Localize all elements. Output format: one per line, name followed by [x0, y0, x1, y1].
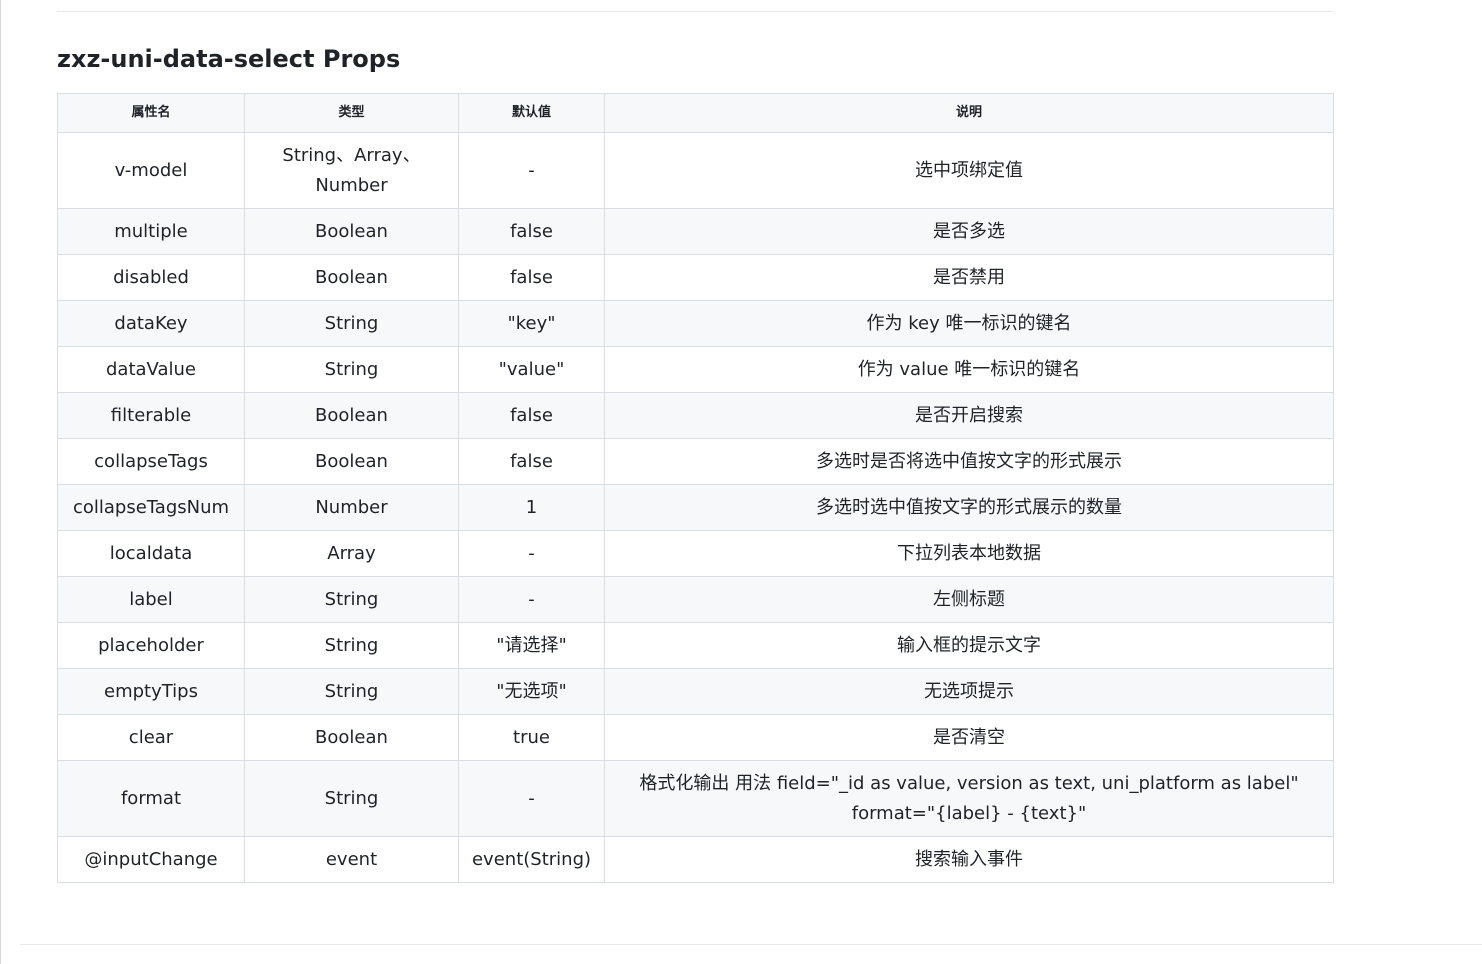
- prop-type: Boolean: [244, 392, 459, 439]
- prop-type: String: [244, 760, 459, 837]
- header-description: 说明: [604, 93, 1334, 133]
- table-row: v-model String、Array、Number - 选中项绑定值: [57, 132, 1334, 209]
- table-row: @inputChange event event(String) 搜索输入事件: [57, 836, 1334, 883]
- prop-name: format: [57, 760, 245, 837]
- prop-default: "value": [458, 346, 605, 393]
- table-header-row: 属性名 类型 默认值 说明: [57, 93, 1334, 133]
- table-row: disabled Boolean false 是否禁用: [57, 254, 1334, 301]
- prop-type: Boolean: [244, 208, 459, 255]
- table-row: emptyTips String "无选项" 无选项提示: [57, 668, 1334, 715]
- props-table: 属性名 类型 默认值 说明 v-model String、Array、Numbe…: [57, 93, 1334, 883]
- prop-name: emptyTips: [57, 668, 245, 715]
- top-divider: [57, 11, 1333, 12]
- prop-description: 是否清空: [604, 714, 1334, 761]
- prop-name: dataKey: [57, 300, 245, 347]
- prop-name: disabled: [57, 254, 245, 301]
- table-row: multiple Boolean false 是否多选: [57, 208, 1334, 255]
- prop-type: event: [244, 836, 459, 883]
- prop-type: String: [244, 300, 459, 347]
- prop-name: filterable: [57, 392, 245, 439]
- page-left-border: [0, 0, 1, 964]
- prop-name: dataValue: [57, 346, 245, 393]
- prop-name: localdata: [57, 530, 245, 577]
- bottom-divider: [20, 944, 1482, 945]
- table-row: filterable Boolean false 是否开启搜索: [57, 392, 1334, 439]
- prop-name: clear: [57, 714, 245, 761]
- table-row: dataValue String "value" 作为 value 唯一标识的键…: [57, 346, 1334, 393]
- prop-default: false: [458, 392, 605, 439]
- prop-type: String: [244, 346, 459, 393]
- prop-default: false: [458, 438, 605, 485]
- prop-name: placeholder: [57, 622, 245, 669]
- prop-default: -: [458, 530, 605, 577]
- prop-description: 选中项绑定值: [604, 132, 1334, 209]
- prop-description: 格式化输出 用法 field="_id as value, version as…: [604, 760, 1334, 837]
- prop-default: "key": [458, 300, 605, 347]
- prop-type: String: [244, 622, 459, 669]
- prop-description: 左侧标题: [604, 576, 1334, 623]
- prop-name: collapseTags: [57, 438, 245, 485]
- prop-description: 作为 value 唯一标识的键名: [604, 346, 1334, 393]
- table-row: collapseTagsNum Number 1 多选时选中值按文字的形式展示的…: [57, 484, 1334, 531]
- prop-default: false: [458, 208, 605, 255]
- prop-description: 多选时选中值按文字的形式展示的数量: [604, 484, 1334, 531]
- header-type: 类型: [244, 93, 459, 133]
- prop-name: multiple: [57, 208, 245, 255]
- table-row: placeholder String "请选择" 输入框的提示文字: [57, 622, 1334, 669]
- prop-description: 无选项提示: [604, 668, 1334, 715]
- table-row: collapseTags Boolean false 多选时是否将选中值按文字的…: [57, 438, 1334, 485]
- prop-type: Number: [244, 484, 459, 531]
- prop-type: String: [244, 576, 459, 623]
- prop-type: Boolean: [244, 714, 459, 761]
- table-row: format String - 格式化输出 用法 field="_id as v…: [57, 760, 1334, 837]
- prop-description: 作为 key 唯一标识的键名: [604, 300, 1334, 347]
- prop-description: 是否禁用: [604, 254, 1334, 301]
- prop-name: v-model: [57, 132, 245, 209]
- prop-description: 是否开启搜索: [604, 392, 1334, 439]
- prop-description: 搜索输入事件: [604, 836, 1334, 883]
- table-row: dataKey String "key" 作为 key 唯一标识的键名: [57, 300, 1334, 347]
- prop-default: -: [458, 132, 605, 209]
- section-title: zxz-uni-data-select Props: [57, 45, 401, 73]
- prop-type: Array: [244, 530, 459, 577]
- header-default: 默认值: [458, 93, 605, 133]
- prop-default: event(String): [458, 836, 605, 883]
- header-name: 属性名: [57, 93, 245, 133]
- prop-type: Boolean: [244, 254, 459, 301]
- prop-name: label: [57, 576, 245, 623]
- prop-default: true: [458, 714, 605, 761]
- prop-default: 1: [458, 484, 605, 531]
- prop-type: String、Array、Number: [244, 132, 459, 209]
- prop-name: @inputChange: [57, 836, 245, 883]
- prop-description: 输入框的提示文字: [604, 622, 1334, 669]
- prop-default: false: [458, 254, 605, 301]
- prop-type: String: [244, 668, 459, 715]
- prop-description: 是否多选: [604, 208, 1334, 255]
- table-row: label String - 左侧标题: [57, 576, 1334, 623]
- prop-description: 多选时是否将选中值按文字的形式展示: [604, 438, 1334, 485]
- table-row: localdata Array - 下拉列表本地数据: [57, 530, 1334, 577]
- prop-default: "请选择": [458, 622, 605, 669]
- prop-type: Boolean: [244, 438, 459, 485]
- table-row: clear Boolean true 是否清空: [57, 714, 1334, 761]
- prop-default: "无选项": [458, 668, 605, 715]
- prop-default: -: [458, 760, 605, 837]
- prop-default: -: [458, 576, 605, 623]
- prop-name: collapseTagsNum: [57, 484, 245, 531]
- prop-description: 下拉列表本地数据: [604, 530, 1334, 577]
